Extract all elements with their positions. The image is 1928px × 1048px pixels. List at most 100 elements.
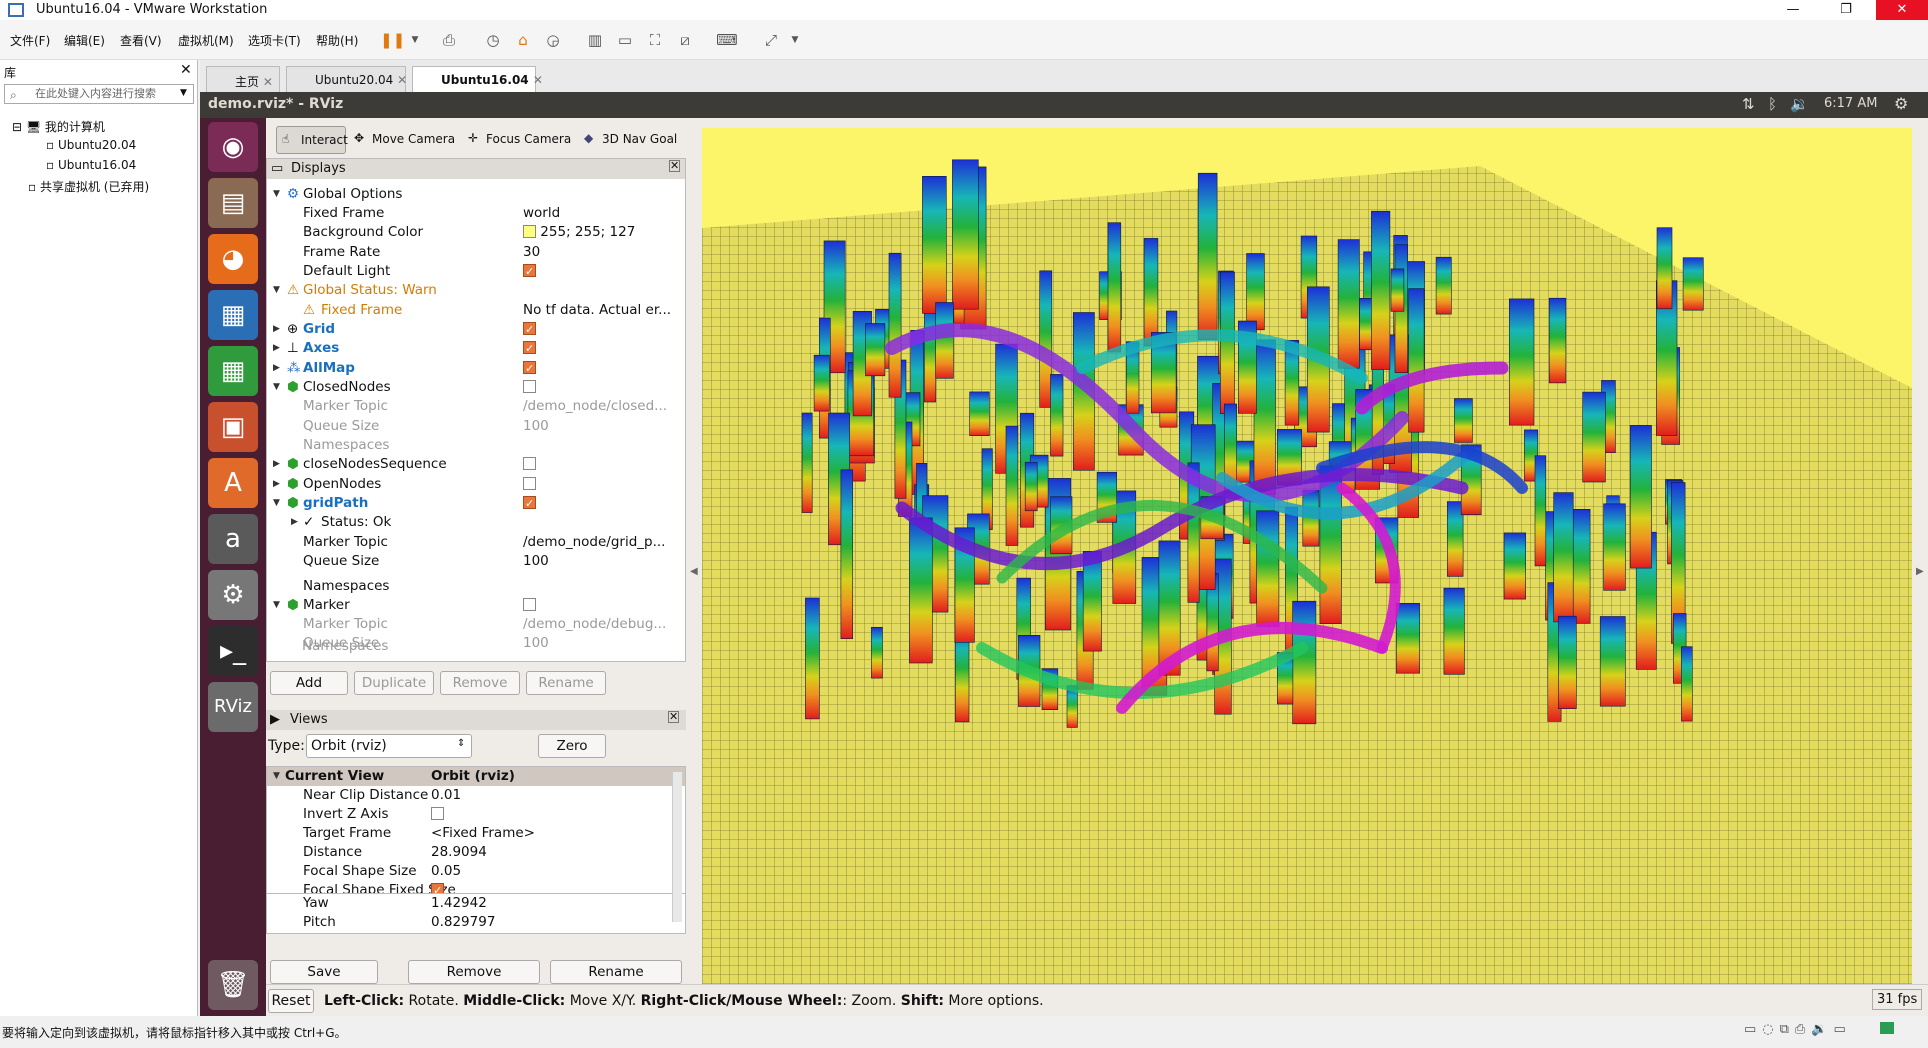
volume-icon[interactable]: 🔉 — [1790, 95, 1809, 113]
axes-checkbox[interactable] — [523, 339, 536, 358]
rename-view-button[interactable]: Rename — [550, 960, 682, 984]
rename-display-button[interactable]: Rename — [526, 671, 606, 695]
display-row[interactable]: Queue Size 100 — [267, 417, 685, 436]
3d-viewport[interactable] — [702, 128, 1912, 984]
close-icon[interactable]: ✕ — [1876, 0, 1928, 20]
collapse-right-icon[interactable]: ▶ — [1916, 566, 1924, 577]
display-row[interactable]: Namespaces — [267, 577, 685, 596]
software-center-icon[interactable]: A — [208, 458, 258, 508]
close-tab-icon[interactable]: ✕ — [397, 73, 407, 87]
row-value[interactable]: 0.05 — [431, 862, 591, 881]
display-row[interactable]: ▼ ⬢ gridPath — [267, 494, 685, 513]
bluetooth-icon[interactable]: ᛒ — [1768, 95, 1777, 113]
terminal-icon[interactable]: ▸_ — [208, 626, 258, 676]
fullscreen-icon[interactable]: ⛶ — [644, 30, 666, 50]
writer-icon[interactable]: ▦ — [208, 290, 258, 340]
console-icon[interactable]: ⌨ — [716, 30, 738, 50]
allmap-checkbox[interactable] — [523, 359, 536, 378]
save-view-button[interactable]: Save — [270, 960, 378, 984]
files-icon[interactable]: ▤ — [208, 178, 258, 228]
tool-focus-camera[interactable]: ✛ Focus Camera — [462, 126, 572, 154]
display-row[interactable]: ▼ ⚙ Global Options — [267, 185, 685, 204]
close-panel-icon[interactable]: ✕ — [668, 711, 680, 723]
menu-tabs[interactable]: 选项卡(T) — [248, 32, 301, 49]
system-gear-icon[interactable]: ⚙ — [1894, 94, 1908, 113]
grid-checkbox[interactable] — [523, 320, 536, 339]
view-row[interactable]: Distance 28.9094 — [267, 843, 685, 862]
view-row[interactable]: Near Clip Distance 0.01 — [267, 786, 685, 805]
send-keys-icon[interactable]: ⎙ — [438, 30, 460, 50]
display-row[interactable]: Fixed Frame world — [267, 204, 685, 223]
row-value[interactable]: 255; 255; 127 — [540, 224, 635, 240]
closenodessequence-checkbox[interactable] — [523, 456, 536, 470]
settings-icon[interactable]: ⚙ — [208, 570, 258, 620]
clock[interactable]: 6:17 AM — [1824, 96, 1877, 111]
dropdown-icon[interactable]: ▼ — [404, 30, 426, 50]
calc-icon[interactable]: ▦ — [208, 346, 258, 396]
view-row[interactable]: Target Frame <Fixed Frame> — [267, 824, 685, 843]
invert-z-checkbox[interactable] — [431, 806, 444, 820]
tree-my-computer[interactable]: ⊟ 🖥 我的计算机 — [12, 118, 105, 135]
gridpath-checkbox[interactable] — [523, 494, 536, 513]
views-tree-lower[interactable]: Yaw 1.42942 Pitch 0.829797 — [266, 894, 686, 934]
color-swatch[interactable] — [523, 224, 536, 238]
menu-vm[interactable]: 虚拟机(M) — [178, 32, 234, 49]
row-value[interactable]: 0.01 — [431, 786, 591, 805]
remove-view-button[interactable]: Remove — [408, 960, 540, 984]
display-row[interactable]: Background Color 255; 255; 127 — [267, 223, 685, 242]
tree-ubuntu20[interactable]: ▫ Ubuntu20.04 — [46, 138, 136, 152]
row-value[interactable]: world — [523, 204, 683, 223]
device-icons[interactable]: ▭◌⧉⎙🔉▭ — [1744, 1022, 1852, 1037]
row-value[interactable]: 1.42942 — [431, 894, 591, 913]
focal-fixed-checkbox[interactable] — [431, 881, 444, 893]
row-value[interactable]: /demo_node/debug... — [523, 615, 683, 634]
menu-edit[interactable]: 编辑(E) — [64, 32, 105, 49]
impress-icon[interactable]: ▣ — [208, 402, 258, 452]
display-row[interactable]: ▶ ⊥ Axes — [267, 339, 685, 358]
tool-3d-nav-goal[interactable]: ◆ 3D Nav Goal — [578, 126, 688, 154]
tree-shared[interactable]: ▫ 共享虚拟机 (已弃用) — [28, 178, 149, 195]
row-value[interactable]: 30 — [523, 243, 683, 262]
default-light-checkbox[interactable] — [523, 262, 536, 281]
row-value[interactable]: /demo_node/grid_p... — [523, 533, 683, 552]
row-value[interactable]: /demo_node/closed... — [523, 397, 683, 416]
row-value[interactable]: 100 — [523, 634, 683, 653]
display-row[interactable]: ▼ ⬢ Marker — [267, 596, 685, 615]
display-row[interactable]: Queue Size 100 — [267, 552, 685, 571]
remove-display-button[interactable]: Remove — [440, 671, 520, 695]
amazon-icon[interactable]: a — [208, 514, 258, 564]
view-row[interactable]: Yaw 1.42942 — [267, 894, 685, 913]
views-tree[interactable]: ▼ Current View Orbit (rviz) Near Clip Dist… — [266, 766, 686, 894]
view-row[interactable]: Pitch 0.829797 — [267, 913, 685, 932]
tree-ubuntu16[interactable]: ▫ Ubuntu16.04 — [46, 158, 136, 172]
display-row[interactable]: ▶ ⊕ Grid — [267, 320, 685, 339]
display-row[interactable]: ▼ ⬢ ClosedNodes — [267, 378, 685, 397]
row-value[interactable]: 100 — [523, 552, 683, 571]
sidebar-toggle-icon[interactable]: ▥ — [584, 30, 606, 50]
display-row[interactable]: ▼ ⚠ Global Status: Warn — [267, 281, 685, 300]
trash-icon[interactable]: 🗑 — [208, 960, 258, 1010]
search-dropdown-icon[interactable]: ▼ — [180, 88, 187, 98]
display-row[interactable]: ▶ ⬢ OpenNodes — [267, 475, 685, 494]
row-value[interactable]: 100 — [523, 417, 683, 436]
view-row[interactable]: Invert Z Axis — [267, 805, 685, 824]
close-tab-icon[interactable]: ✕ — [533, 73, 543, 87]
view-row[interactable]: ▼ Current View Orbit (rviz) — [267, 767, 685, 786]
closednodes-checkbox[interactable] — [523, 379, 536, 393]
views-scrollbar[interactable] — [672, 772, 682, 922]
revert-snapshot-icon[interactable]: ⌂ — [512, 30, 534, 50]
display-row[interactable]: Frame Rate 30 — [267, 243, 685, 262]
snapshot-icon[interactable]: ◷ — [482, 30, 504, 50]
unity-icon[interactable]: ⧄ — [674, 30, 696, 50]
add-display-button[interactable]: Add — [270, 671, 348, 695]
tool-move-camera[interactable]: ✥ Move Camera — [348, 126, 458, 154]
row-value[interactable]: <Fixed Frame> — [431, 824, 591, 843]
display-row[interactable]: Marker Topic/demo_node/closed... — [267, 397, 685, 416]
stretch-icon[interactable]: ⤢ — [760, 30, 782, 50]
dash-icon[interactable]: ◉ — [208, 122, 258, 172]
views-type-select[interactable]: Orbit (rviz) ⇕ — [306, 734, 472, 758]
menu-view[interactable]: 查看(V) — [120, 32, 162, 49]
tab-ubuntu20[interactable]: Ubuntu20.04 ✕ — [286, 66, 407, 92]
firefox-icon[interactable]: ◕ — [208, 234, 258, 284]
display-row[interactable]: ▶ ✓ Status: Ok — [267, 513, 685, 532]
